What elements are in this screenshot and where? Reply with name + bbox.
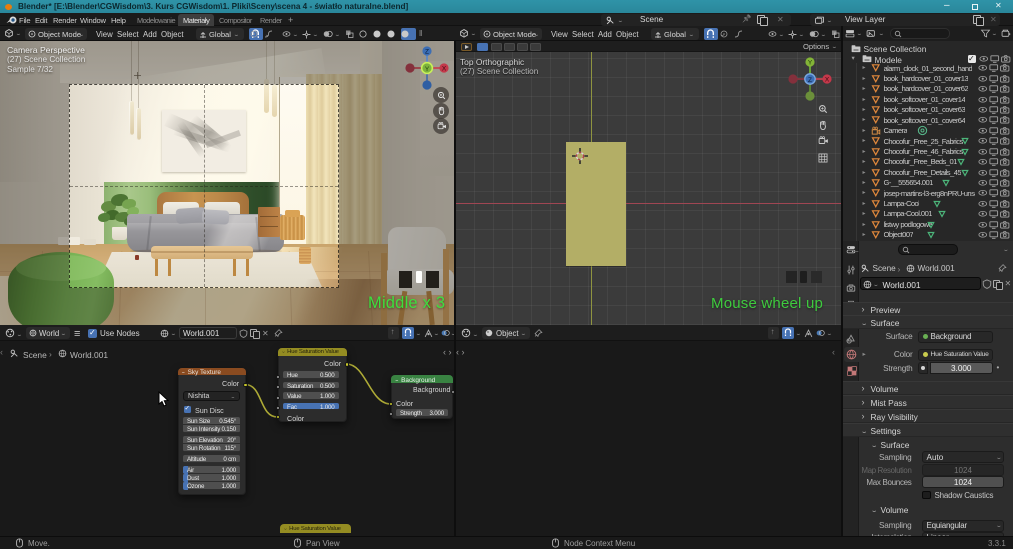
svg-text:X: X — [442, 66, 447, 73]
svg-text:Z: Z — [808, 77, 812, 84]
svg-text:Y: Y — [425, 66, 430, 73]
svg-text:Y: Y — [808, 60, 813, 67]
svg-text:Z: Z — [425, 49, 429, 56]
svg-text:X: X — [825, 77, 830, 84]
